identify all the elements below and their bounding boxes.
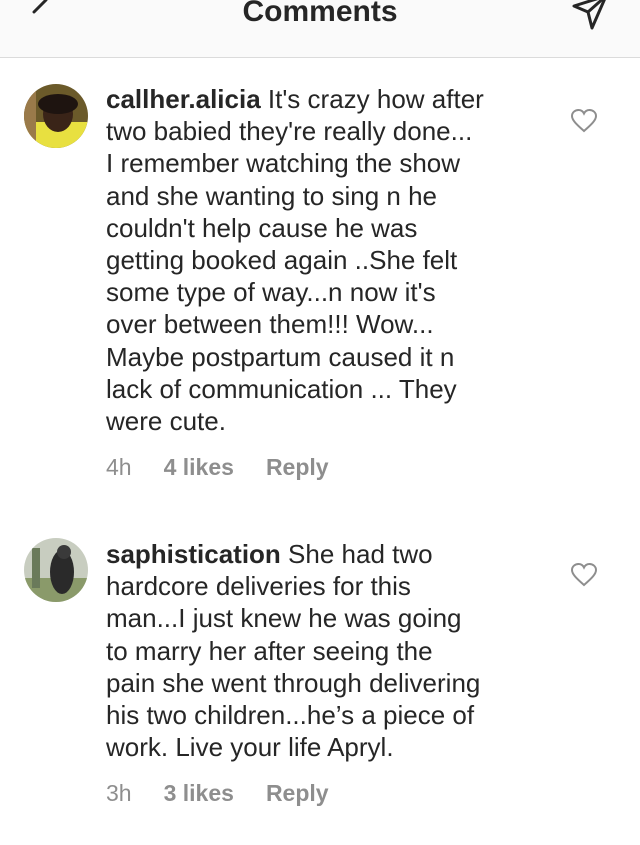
comment-body: saphistication She had two hardcore deli… bbox=[106, 538, 546, 763]
comment-text: She had two hardcore deliveries for this… bbox=[106, 539, 481, 763]
like-button[interactable] bbox=[570, 108, 598, 134]
comment-username[interactable]: saphistication bbox=[106, 539, 281, 569]
comment-meta: 3h 3 likes Reply bbox=[106, 780, 329, 807]
comment-likes[interactable]: 3 likes bbox=[164, 780, 234, 807]
reply-button[interactable]: Reply bbox=[266, 780, 329, 807]
paper-plane-icon bbox=[572, 0, 606, 30]
heart-icon bbox=[570, 562, 598, 587]
comment-text: It's crazy how after two babied they're … bbox=[106, 84, 484, 437]
avatar[interactable] bbox=[24, 84, 88, 148]
like-button[interactable] bbox=[570, 562, 598, 588]
comment-time: 3h bbox=[106, 780, 132, 806]
reply-button[interactable]: Reply bbox=[266, 454, 329, 481]
comment-username[interactable]: callher.alicia bbox=[106, 84, 261, 114]
user-photo-icon bbox=[24, 538, 88, 602]
comment-body: callher.alicia It's crazy how after two … bbox=[106, 83, 546, 437]
avatar[interactable] bbox=[24, 538, 88, 602]
page-title: Comments bbox=[242, 0, 398, 28]
comment-meta: 4h 4 likes Reply bbox=[106, 454, 329, 481]
heart-icon bbox=[570, 108, 598, 133]
share-button[interactable] bbox=[570, 0, 610, 32]
comment-likes[interactable]: 4 likes bbox=[164, 454, 234, 481]
user-photo-icon bbox=[24, 84, 88, 148]
header-bar: Comments bbox=[0, 0, 640, 58]
comment-time: 4h bbox=[106, 454, 132, 480]
